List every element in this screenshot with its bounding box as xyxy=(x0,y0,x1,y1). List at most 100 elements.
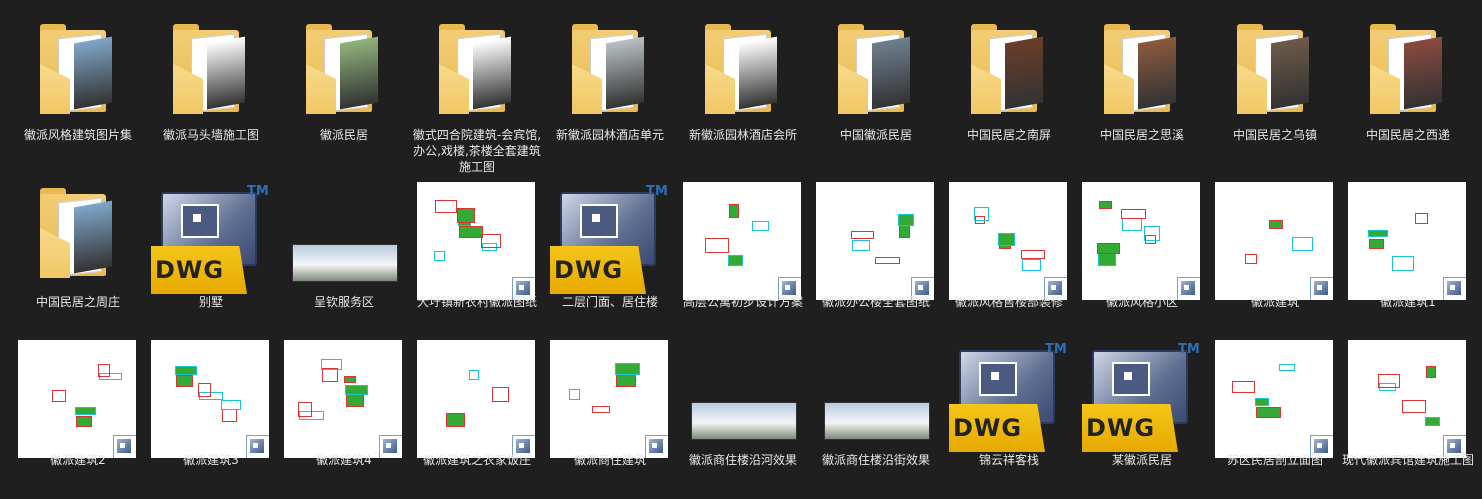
file-name: 中国徽派民居 xyxy=(839,128,912,142)
folder-preview-photo xyxy=(74,200,112,274)
file-item[interactable]: 徽派风格售楼部装修 xyxy=(949,174,1069,324)
file-item[interactable]: 徽派办公楼全套图纸 xyxy=(816,174,936,324)
drawing-mark xyxy=(1144,226,1160,241)
file-name: 新徽派园林酒店单元 xyxy=(555,128,664,142)
file-item[interactable]: 高层公寓初步设计方案 xyxy=(683,174,803,324)
cad-preview xyxy=(1082,182,1200,300)
drawing-mark xyxy=(176,375,193,387)
drawing-mark xyxy=(1255,398,1269,406)
file-item[interactable]: 苏区民居剖立面图 xyxy=(1215,332,1335,482)
drawing-mark xyxy=(1269,220,1283,229)
drawing-mark xyxy=(1098,252,1116,266)
file-item[interactable]: 中国徽派民居 xyxy=(816,10,936,160)
file-item[interactable]: 中国民居之思溪 xyxy=(1082,10,1202,160)
file-item[interactable]: 新徽派园林酒店单元 xyxy=(550,10,670,160)
drawing-mark xyxy=(1415,213,1428,224)
folder-icon xyxy=(151,18,271,136)
cad-drawing-thumbnail xyxy=(683,182,803,300)
file-name: 徽派风格小区 xyxy=(1105,295,1178,309)
file-name: 大圩镇新农村徽派图纸 xyxy=(416,295,537,309)
drawing-mark xyxy=(1099,201,1112,209)
drawing-mark xyxy=(76,416,92,427)
cad-drawing-thumbnail xyxy=(417,340,537,458)
file-name: 呈钦服务区 xyxy=(313,295,374,309)
image-thumbnail xyxy=(284,182,404,300)
drawing-mark xyxy=(175,366,197,375)
folder-icon xyxy=(284,18,404,136)
file-item[interactable]: DWG TM 别墅 xyxy=(151,174,271,324)
file-item[interactable]: 大圩镇新农村徽派图纸 xyxy=(417,174,537,324)
folder-preview-photo xyxy=(1138,36,1176,110)
cad-preview xyxy=(683,182,801,300)
drawing-mark xyxy=(752,221,769,231)
file-name: 徽派民居 xyxy=(319,128,368,142)
drawing-mark xyxy=(198,383,211,397)
folder-icon xyxy=(1082,18,1202,136)
cad-preview xyxy=(284,340,402,458)
file-item[interactable]: 徽派商住楼沿街效果 xyxy=(816,332,936,482)
file-item[interactable]: 徽派风格小区 xyxy=(1082,174,1202,324)
folder-preview-photo xyxy=(1271,36,1309,110)
drawing-mark xyxy=(344,376,356,383)
file-item[interactable]: DWG TM 二层门面、居住楼 xyxy=(550,174,670,324)
drawing-mark xyxy=(481,234,501,248)
dwg-file-icon: DWG TM xyxy=(1082,340,1202,458)
drawing-mark xyxy=(321,359,342,370)
file-item[interactable]: 呈钦服务区 xyxy=(284,174,404,324)
file-item[interactable]: 徽派商住楼沿河效果 xyxy=(683,332,803,482)
file-name: 徽式四合院建筑-会宾馆,办公,戏楼,茶楼全套建筑施工图 xyxy=(412,128,542,174)
file-item[interactable]: DWG TM 某徽派民居 xyxy=(1082,332,1202,482)
folder-icon xyxy=(417,18,537,136)
dwg-label: DWG xyxy=(155,256,225,284)
drawing-mark xyxy=(974,207,989,221)
file-item[interactable]: 新徽派园林酒店会所 xyxy=(683,10,803,160)
file-item[interactable]: DWG TM 锦云祥客栈 xyxy=(949,332,1069,482)
file-item[interactable]: 徽式四合院建筑-会宾馆,办公,戏楼,茶楼全套建筑施工图 xyxy=(413,10,541,174)
file-item[interactable]: 中国民居之周庄 xyxy=(18,174,138,324)
file-item[interactable]: 徽派民居 xyxy=(284,10,404,160)
drawing-mark xyxy=(1256,407,1281,418)
cad-preview xyxy=(1215,182,1333,300)
cad-preview xyxy=(151,340,269,458)
drawing-mark xyxy=(1426,366,1436,378)
folder-preview-photo xyxy=(340,36,378,110)
drawing-mark xyxy=(1021,250,1045,259)
cad-drawing-thumbnail xyxy=(151,340,271,458)
file-name: 中国民居之思溪 xyxy=(1099,128,1184,142)
drawing-mark xyxy=(1245,254,1257,264)
drawing-mark xyxy=(345,385,368,395)
cad-drawing-thumbnail xyxy=(550,340,670,458)
file-item[interactable]: 现代徽派宾馆建筑施工图 xyxy=(1342,332,1474,482)
file-item[interactable]: 徽派建筑3 xyxy=(151,332,271,482)
drawing-mark xyxy=(728,255,743,266)
file-item[interactable]: 徽派风格建筑图片集 xyxy=(18,10,138,160)
cad-preview xyxy=(417,182,535,300)
dwg-label: DWG xyxy=(554,256,624,284)
dwg-file-icon: DWG TM xyxy=(151,182,271,300)
file-name: 徽派风格售楼部装修 xyxy=(954,295,1063,309)
file-item[interactable]: 中国民居之乌镇 xyxy=(1215,10,1335,160)
drawing-mark xyxy=(1121,209,1146,219)
file-item[interactable]: 中国民居之南屏 xyxy=(949,10,1069,160)
file-item[interactable]: 中国民居之西递 xyxy=(1348,10,1468,160)
file-name: 别墅 xyxy=(198,295,223,309)
file-item[interactable]: 徽派建筑2 xyxy=(18,332,138,482)
drawing-mark xyxy=(1425,417,1440,426)
file-item[interactable]: 徽派建筑1 xyxy=(1348,174,1468,324)
file-name: 徽派建筑之农家饭庄 xyxy=(422,453,531,467)
folder-preview-photo xyxy=(74,36,112,110)
folder-preview-photo xyxy=(739,36,777,110)
file-item[interactable]: 徽派商住建筑 xyxy=(550,332,670,482)
file-item[interactable]: 徽派建筑之农家饭庄 xyxy=(417,332,537,482)
dwg-trademark: TM xyxy=(646,184,668,199)
file-item[interactable]: 徽派建筑4 xyxy=(284,332,404,482)
drawing-mark xyxy=(75,407,96,415)
drawing-mark xyxy=(1378,374,1400,388)
file-name: 中国民居之西递 xyxy=(1365,128,1450,142)
file-item[interactable]: 徽派马头墙施工图 xyxy=(151,10,271,160)
drawing-mark xyxy=(435,200,457,213)
cad-drawing-thumbnail xyxy=(1082,182,1202,300)
cad-drawing-thumbnail xyxy=(284,340,404,458)
drawing-mark xyxy=(446,413,465,427)
file-item[interactable]: 徽派建筑 xyxy=(1215,174,1335,324)
